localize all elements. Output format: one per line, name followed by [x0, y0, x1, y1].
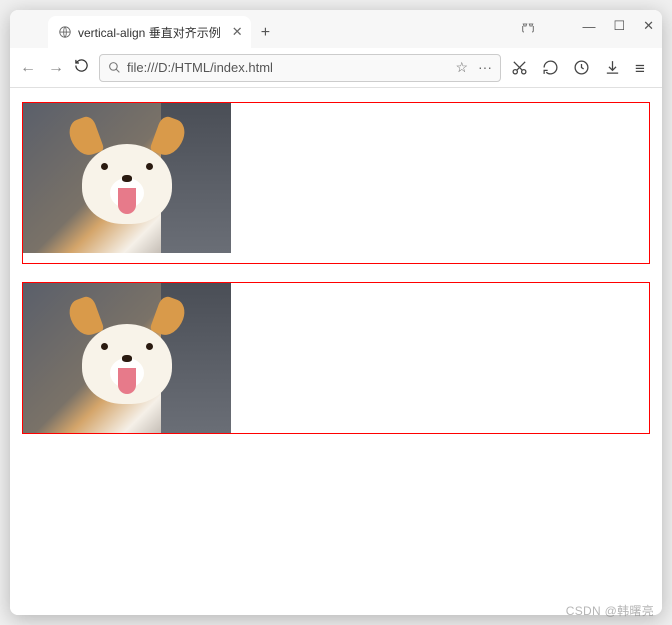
- minimize-button[interactable]: —: [582, 19, 595, 34]
- download-icon[interactable]: [604, 59, 621, 76]
- maximize-button[interactable]: ☐: [613, 18, 625, 34]
- demo-box-2: [22, 282, 650, 434]
- close-button[interactable]: ✕: [643, 18, 654, 34]
- corgi-image: [23, 283, 231, 433]
- bookmark-star-icon[interactable]: ☆: [455, 59, 468, 76]
- demo-box-1: [22, 102, 650, 264]
- page-content: [10, 88, 662, 615]
- page-actions-icon[interactable]: ···: [478, 59, 492, 76]
- history-icon[interactable]: [573, 59, 590, 76]
- url-text: file:///D:/HTML/index.html: [127, 60, 273, 75]
- new-tab-button[interactable]: +: [261, 24, 270, 42]
- corgi-image: [23, 103, 231, 253]
- tab-close-button[interactable]: ✕: [232, 24, 243, 40]
- back-button[interactable]: ←: [20, 59, 36, 77]
- toolbar: ← → file:///D:/HTML/index.html ☆ ··· ≡: [10, 48, 662, 88]
- undo-icon[interactable]: [542, 59, 559, 76]
- tab-title: vertical-align 垂直对齐示例: [78, 24, 221, 41]
- refresh-button[interactable]: [74, 58, 89, 77]
- globe-icon: [58, 25, 72, 39]
- browser-tab[interactable]: vertical-align 垂直对齐示例 ✕: [48, 16, 251, 48]
- cut-icon[interactable]: [511, 59, 528, 76]
- extension-icon[interactable]: [520, 20, 536, 36]
- window-controls: — ☐ ✕: [582, 18, 654, 34]
- forward-button[interactable]: →: [48, 59, 64, 77]
- titlebar: — ☐ ✕ vertical-align 垂直对齐示例 ✕ +: [10, 10, 662, 48]
- search-icon: [108, 61, 121, 74]
- watermark: CSDN @韩曙亮: [566, 602, 654, 619]
- menu-icon[interactable]: ≡: [635, 59, 652, 76]
- url-bar[interactable]: file:///D:/HTML/index.html ☆ ···: [99, 54, 501, 82]
